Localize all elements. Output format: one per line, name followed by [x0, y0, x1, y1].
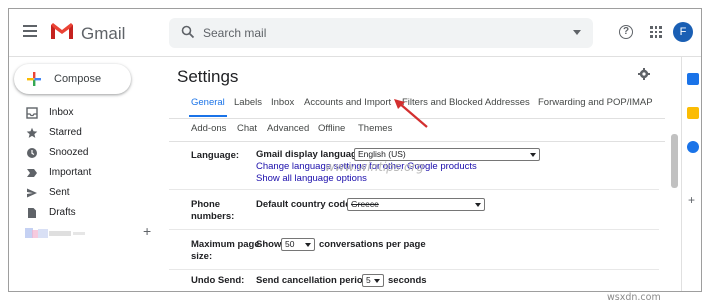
watermark: www.wintips.org: [325, 160, 424, 174]
display-language-label: Gmail display language:: [256, 149, 366, 160]
gmail-logo-icon[interactable]: [49, 21, 75, 41]
sidebar-item-label: Starred: [49, 127, 82, 138]
chevron-down-icon: [530, 153, 536, 157]
setting-label: Undo Send:: [191, 275, 245, 286]
search-options-icon[interactable]: [573, 30, 581, 35]
add-addon-button[interactable]: +: [688, 193, 695, 207]
setting-label: numbers:: [191, 211, 235, 222]
tab-chat[interactable]: Chat: [237, 123, 257, 134]
chevron-down-icon: [475, 203, 481, 207]
page-size-select[interactable]: 50: [281, 238, 315, 251]
send-icon: [27, 188, 37, 198]
gmail-window: Gmail Search mail ? F Compose Inbox Star…: [8, 8, 702, 292]
side-panel-rail: +: [681, 57, 701, 291]
main-menu-icon[interactable]: [23, 25, 37, 37]
add-label-button[interactable]: +: [143, 223, 151, 239]
settings-panel: Settings General Labels Inbox Accounts a…: [169, 57, 665, 291]
sidebar-item-label: Sent: [49, 187, 70, 198]
search-bar[interactable]: Search mail: [169, 18, 593, 48]
display-language-value: English (US): [358, 149, 406, 159]
setting-label: size:: [191, 251, 213, 262]
search-icon[interactable]: [181, 25, 195, 39]
show-all-languages-link[interactable]: Show all language options: [256, 173, 367, 184]
setting-label: Language:: [191, 150, 240, 161]
gear-icon[interactable]: [638, 68, 650, 80]
sidebar-item-sent[interactable]: Sent: [9, 183, 159, 203]
blurred-account-label: [25, 228, 85, 238]
draft-icon: [28, 208, 36, 218]
label-important-icon: [27, 169, 37, 177]
tab-labels[interactable]: Labels: [234, 97, 262, 108]
tab-offline[interactable]: Offline: [318, 123, 345, 134]
sidebar-item-important[interactable]: Important: [9, 163, 159, 183]
compose-button[interactable]: Compose: [14, 64, 131, 94]
tab-themes[interactable]: Themes: [358, 123, 392, 134]
sidebar-item-starred[interactable]: Starred: [9, 123, 159, 143]
tasks-icon[interactable]: [687, 141, 699, 153]
phone-setting: Phone numbers: Default country code: Gre…: [169, 197, 665, 227]
row-divider: [169, 269, 659, 270]
star-icon: [26, 127, 38, 138]
help-icon[interactable]: ?: [619, 25, 633, 39]
tab-advanced[interactable]: Advanced: [267, 123, 309, 134]
show-prefix: Show: [256, 239, 282, 250]
sidebar-item-label: Drafts: [49, 207, 76, 218]
sidebar-nav: Inbox Starred Snoozed Important Sent Dra…: [9, 103, 159, 223]
page-size-value: 50: [285, 239, 295, 249]
country-code-value: Greece: [351, 199, 379, 209]
page-title: Settings: [177, 67, 239, 86]
annotation-arrow-icon: [394, 99, 428, 128]
tabs-divider: [169, 141, 665, 142]
chevron-down-icon: [374, 279, 380, 283]
footer-watermark: wsxdn.com: [607, 292, 661, 303]
apps-grid-icon[interactable]: [650, 26, 662, 38]
sidebar-item-label: Inbox: [49, 107, 74, 118]
compose-plus-icon: [27, 72, 41, 86]
app-name: Gmail: [81, 24, 126, 43]
cancellation-period-label: Send cancellation period:: [256, 275, 372, 286]
tab-general[interactable]: General: [191, 97, 225, 108]
sidebar-item-snoozed[interactable]: Snoozed: [9, 143, 159, 163]
tab-add-ons[interactable]: Add-ons: [191, 123, 226, 134]
row-divider: [169, 229, 659, 230]
calendar-icon[interactable]: [687, 73, 699, 85]
compose-label: Compose: [54, 73, 102, 85]
scrollbar-thumb[interactable]: [671, 134, 678, 188]
sidebar-item-inbox[interactable]: Inbox: [9, 103, 159, 123]
chevron-down-icon: [305, 243, 311, 247]
row-divider: [169, 189, 659, 190]
tab-inbox[interactable]: Inbox: [271, 97, 294, 108]
active-tab-indicator: [189, 115, 227, 117]
cancellation-period-suffix: seconds: [388, 275, 427, 286]
sidebar-item-label: Snoozed: [49, 147, 89, 158]
clock-icon: [27, 148, 37, 158]
keep-icon[interactable]: [687, 107, 699, 119]
tab-forwarding[interactable]: Forwarding and POP/IMAP: [538, 97, 653, 108]
cancellation-period-value: 5: [366, 275, 371, 285]
tab-accounts-and-import[interactable]: Accounts and Import: [304, 97, 391, 108]
avatar[interactable]: F: [673, 22, 693, 42]
cancellation-period-select[interactable]: 5: [362, 274, 384, 287]
top-bar: Gmail Search mail ? F: [9, 9, 701, 57]
sidebar-item-drafts[interactable]: Drafts: [9, 203, 159, 223]
inbox-icon: [26, 107, 38, 119]
page-size-setting: Maximum page size: Show 50 conversations…: [169, 237, 665, 267]
sidebar-item-label: Important: [49, 167, 92, 178]
search-input[interactable]: Search mail: [203, 26, 266, 40]
country-code-label: Default country code:: [256, 199, 354, 210]
country-code-select[interactable]: Greece: [347, 198, 485, 211]
page-size-suffix: conversations per page: [319, 239, 426, 250]
undo-send-setting: Undo Send: Send cancellation period: 5 s…: [169, 273, 665, 291]
